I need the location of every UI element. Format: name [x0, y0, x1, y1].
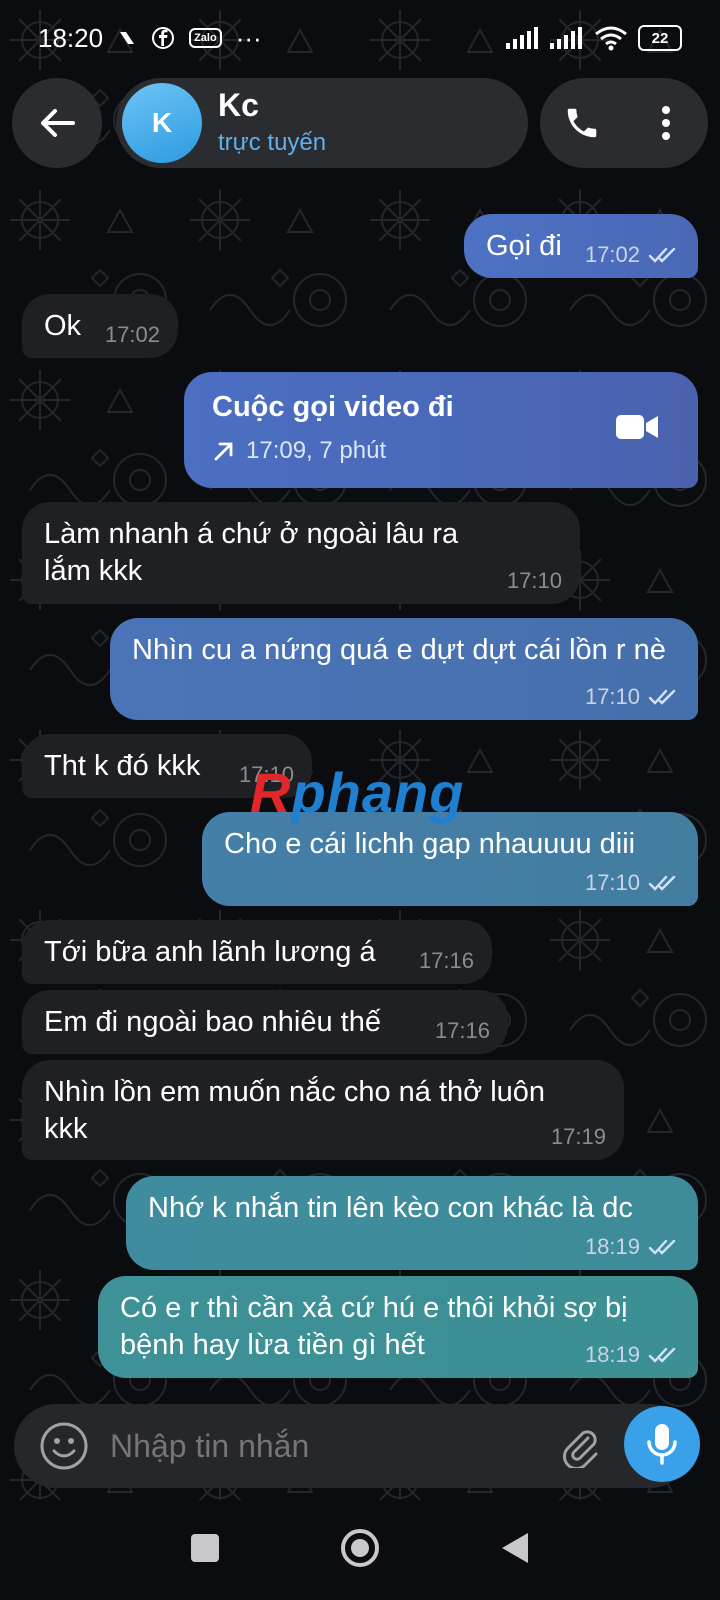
watermark-logo: Rphang	[250, 760, 464, 825]
message-time: 18:19	[584, 1342, 640, 1367]
recents-button[interactable]	[190, 1533, 220, 1568]
message-time: 17:10	[584, 684, 640, 709]
back-button[interactable]	[12, 78, 102, 168]
message-outgoing[interactable]: Nhìn cu a nứng quá e dựt dựt cái lồn r n…	[110, 618, 698, 720]
message-text: Làm nhanh á chứ ở ngoài lâu ra lắm kkk	[44, 518, 467, 587]
more-vertical-icon	[662, 106, 670, 140]
message-text: Gọi đi	[486, 230, 562, 262]
message-text: Tới bữa anh lãnh lương á	[44, 936, 376, 968]
signal-2-icon	[550, 27, 584, 49]
back-arrow-icon	[41, 109, 75, 137]
message-text: Nhìn lồn em muốn nắc cho ná thở luôn kkk	[44, 1076, 554, 1145]
video-call-message[interactable]: Cuộc gọi video đi 17:09, 7 phút	[184, 372, 698, 488]
square-icon	[191, 1533, 219, 1562]
contact-info-button[interactable]: K Kc trực tuyến	[116, 78, 528, 168]
battery-icon: 22	[638, 25, 682, 51]
message-outgoing[interactable]: Cho e cái lichh gap nhauuuu diii 17:10	[202, 812, 698, 906]
contact-status: trực tuyến	[218, 129, 327, 156]
paperclip-icon	[563, 1430, 598, 1468]
back-nav-button[interactable]	[500, 1531, 530, 1570]
message-time: 17:16	[418, 948, 474, 973]
attach-button[interactable]	[550, 1416, 610, 1476]
zalo-label: Zalo	[189, 28, 222, 48]
message-text: Nhìn cu a nứng quá e dựt dựt cái lồn r n…	[132, 634, 666, 666]
message-incoming[interactable]: Nhìn lồn em muốn nắc cho ná thở luôn kkk…	[22, 1060, 624, 1160]
message-text: Em đi ngoài bao nhiêu thế	[44, 1006, 381, 1038]
message-time: 17:02	[584, 242, 640, 267]
message-input-bar	[14, 1404, 692, 1488]
voice-record-button[interactable]	[624, 1406, 700, 1482]
message-incoming[interactable]: Em đi ngoài bao nhiêu thế 17:16	[22, 990, 508, 1054]
message-time: 17:02	[104, 322, 160, 347]
outgoing-arrow-icon	[214, 442, 233, 460]
message-time: 17:10	[506, 568, 562, 593]
double-check-icon	[648, 246, 682, 264]
header-actions	[540, 78, 708, 168]
message-outgoing[interactable]: Có e r thì cần xả cứ hú e thôi khỏi sợ b…	[98, 1276, 698, 1378]
emoji-icon	[40, 1422, 88, 1470]
message-incoming[interactable]: Làm nhanh á chứ ở ngoài lâu ra lắm kkk 1…	[22, 502, 580, 604]
zalo-icon: Zalo	[189, 28, 222, 48]
call-title: Cuộc gọi video đi	[212, 391, 454, 423]
call-button[interactable]	[552, 93, 612, 153]
double-check-icon	[648, 874, 682, 892]
back-triangle-icon	[502, 1532, 528, 1563]
message-incoming[interactable]: Ok 17:02	[22, 294, 178, 358]
message-outgoing[interactable]: Nhớ k nhắn tin lên kèo con khác là dc 18…	[126, 1176, 698, 1270]
home-circle-icon	[341, 1528, 379, 1567]
double-check-icon	[648, 1238, 682, 1256]
message-time: 17:19	[550, 1124, 606, 1149]
chat-header: K Kc trực tuyến	[0, 76, 720, 170]
call-details: 17:09, 7 phút	[246, 437, 387, 464]
phone-icon	[567, 108, 597, 138]
message-time: 17:16	[434, 1018, 490, 1043]
avatar: K	[122, 83, 202, 163]
more-dots-icon: ···	[235, 22, 262, 53]
message-time: 17:10	[584, 870, 640, 895]
message-text: Nhớ k nhắn tin lên kèo con khác là dc	[148, 1192, 633, 1224]
double-check-icon	[648, 688, 682, 706]
signal-icon	[506, 27, 540, 49]
message-input[interactable]	[108, 1426, 550, 1466]
message-text: Cho e cái lichh gap nhauuuu diii	[224, 828, 636, 860]
message-outgoing[interactable]: Gọi đi 17:02	[464, 214, 698, 278]
double-check-icon	[648, 1346, 682, 1364]
message-time: 18:19	[584, 1234, 640, 1259]
watermark-r: R	[250, 761, 292, 824]
message-incoming[interactable]: Tới bữa anh lãnh lương á 17:16	[22, 920, 492, 984]
nfc-icon	[117, 28, 137, 48]
contact-name: Kc	[218, 87, 259, 123]
video-camera-icon[interactable]	[616, 412, 658, 442]
message-text: Tht k đó kkk	[44, 750, 201, 782]
home-button[interactable]	[340, 1528, 380, 1573]
microphone-icon	[647, 1424, 677, 1465]
message-text: Ok	[44, 310, 82, 342]
status-bar: 18:20 Zalo ··· 22	[0, 0, 720, 76]
watermark-text: phang	[291, 761, 465, 824]
system-nav-bar	[0, 1500, 720, 1600]
message-text: Có e r thì cần xả cứ hú e thôi khỏi sợ b…	[120, 1292, 636, 1361]
emoji-button[interactable]	[34, 1416, 94, 1476]
status-time: 18:20	[38, 22, 104, 53]
facebook-icon	[151, 26, 175, 50]
more-options-button[interactable]	[636, 93, 696, 153]
wifi-icon	[594, 25, 628, 51]
